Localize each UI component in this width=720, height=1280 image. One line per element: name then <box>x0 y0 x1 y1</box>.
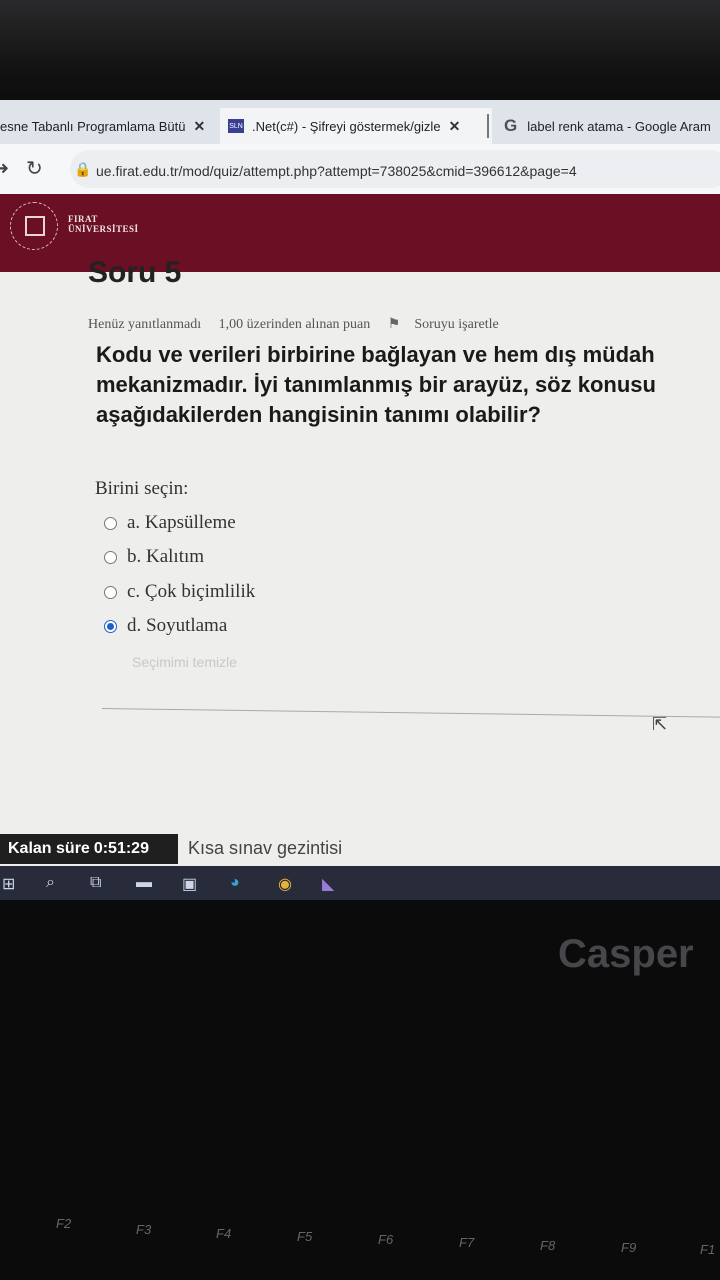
close-icon[interactable]: ✕ <box>449 118 461 135</box>
seal-emblem-icon <box>25 216 45 236</box>
fkey: F1 <box>700 1242 716 1257</box>
laptop-bezel <box>0 0 720 105</box>
chrome-icon[interactable]: ◉ <box>278 874 292 894</box>
back-arrow-icon[interactable]: ➜ <box>0 158 9 179</box>
lock-icon: 🔒 <box>74 161 92 177</box>
time-remaining: Kalan süre 0:51:29 <box>0 834 178 864</box>
fkey: F7 <box>459 1235 475 1250</box>
option-a[interactable]: a. Kapsülleme <box>104 512 236 534</box>
windows-start-icon[interactable]: ⊞ <box>2 874 15 894</box>
question-info: Henüz yanıtlanmadı 1,00 üzerinden alınan… <box>88 316 527 333</box>
tab-strip: esne Tabanlı Programlama Bütü ✕ SLN .Net… <box>0 100 720 144</box>
fkey: F2 <box>56 1216 72 1231</box>
radio-button[interactable] <box>104 550 117 564</box>
question-title: Soru 5 <box>88 256 182 289</box>
option-c[interactable]: c. Çok biçimlilik <box>104 581 255 603</box>
fkey: F8 <box>540 1238 556 1253</box>
university-seal-icon[interactable] <box>10 202 58 250</box>
timer-value: 0:51:29 <box>93 840 149 857</box>
radio-button[interactable] <box>104 516 117 530</box>
flag-icon: ⚑ <box>387 317 401 332</box>
tab-title: .Net(c#) - Şifreyi göstermek/gizle <box>252 118 441 134</box>
taskbar: ⊞ ⌕ ⧉ ▬ ▣ ◕ ◉ ◣ <box>0 866 720 900</box>
fkey: F4 <box>216 1226 232 1241</box>
google-favicon-icon: G <box>504 116 518 135</box>
divider <box>101 708 720 718</box>
option-d[interactable]: d. Soyutlama <box>104 615 227 637</box>
visual-studio-icon[interactable]: ◣ <box>322 874 334 894</box>
flag-label: Soruyu işaretle <box>414 317 499 332</box>
close-icon[interactable]: ✕ <box>193 118 205 135</box>
option-label[interactable]: d. Soyutlama <box>127 615 227 637</box>
mouse-cursor-icon: ⇱ <box>652 714 668 734</box>
question-text: Kodu ve verileri birbirine bağlayan ve h… <box>96 340 720 430</box>
university-logo-text[interactable]: FIRAT ÜNİVERSİTESİ <box>68 214 139 234</box>
tab-oop-course[interactable]: esne Tabanlı Programlama Bütü ✕ <box>0 108 214 144</box>
quiz-navigation-link[interactable]: Kısa sınav gezintisi <box>188 838 342 859</box>
timer-label: Kalan süre <box>8 840 90 857</box>
screen: esne Tabanlı Programlama Bütü ✕ SLN .Net… <box>0 100 720 900</box>
logo-line2: ÜNİVERSİTESİ <box>68 224 139 234</box>
tab-separator <box>487 114 489 138</box>
fkey: F9 <box>621 1240 637 1255</box>
url-text[interactable]: ue.firat.edu.tr/mod/quiz/attempt.php?att… <box>96 163 577 179</box>
task-view-icon[interactable]: ⧉ <box>90 874 101 892</box>
reload-icon[interactable]: ↻ <box>26 156 43 181</box>
fkey: F3 <box>136 1222 152 1237</box>
store-icon[interactable]: ▣ <box>182 874 197 894</box>
option-label[interactable]: a. Kapsülleme <box>127 512 236 534</box>
radio-button[interactable] <box>104 585 117 599</box>
tab-net-csharp[interactable]: SLN .Net(c#) - Şifreyi göstermek/gizle ✕ <box>220 108 492 144</box>
option-b[interactable]: b. Kalıtım <box>104 546 204 568</box>
tab-google-search[interactable]: G label renk atama - Google Aram <box>500 108 720 144</box>
option-label[interactable]: c. Çok biçimlilik <box>127 581 255 603</box>
flag-question-link[interactable]: ⚑ Soruyu işaretle <box>388 317 513 332</box>
search-icon[interactable]: ⌕ <box>46 874 55 892</box>
question-status: Henüz yanıtlanmadı <box>88 317 202 332</box>
clear-choice-link[interactable]: Seçimimi temizle <box>132 654 237 670</box>
edge-icon[interactable]: ◕ <box>230 874 240 892</box>
question-points: 1,00 üzerinden alınan puan <box>218 317 371 332</box>
radio-button-selected[interactable] <box>104 619 117 633</box>
sln-favicon-icon: SLN <box>228 119 244 133</box>
question-text-line: Kodu ve verileri birbirine bağlayan ve h… <box>96 342 655 367</box>
answer-prompt: Birini seçin: <box>95 478 189 499</box>
tab-title: label renk atama - Google Aram <box>527 118 711 134</box>
question-text-line: mekanizmadır. İyi tanımlanmış bir arayüz… <box>96 372 656 397</box>
laptop-brand-logo: Casper <box>558 932 694 976</box>
fkey: F6 <box>378 1232 394 1247</box>
fkey: F5 <box>297 1229 313 1244</box>
tab-title: esne Tabanlı Programlama Bütü <box>0 118 186 134</box>
option-label[interactable]: b. Kalıtım <box>127 546 204 568</box>
question-text-line: aşağıdakilerden hangisinin tanımı olabil… <box>96 402 541 427</box>
file-explorer-icon[interactable]: ▬ <box>136 874 152 892</box>
logo-line1: FIRAT <box>68 214 98 224</box>
